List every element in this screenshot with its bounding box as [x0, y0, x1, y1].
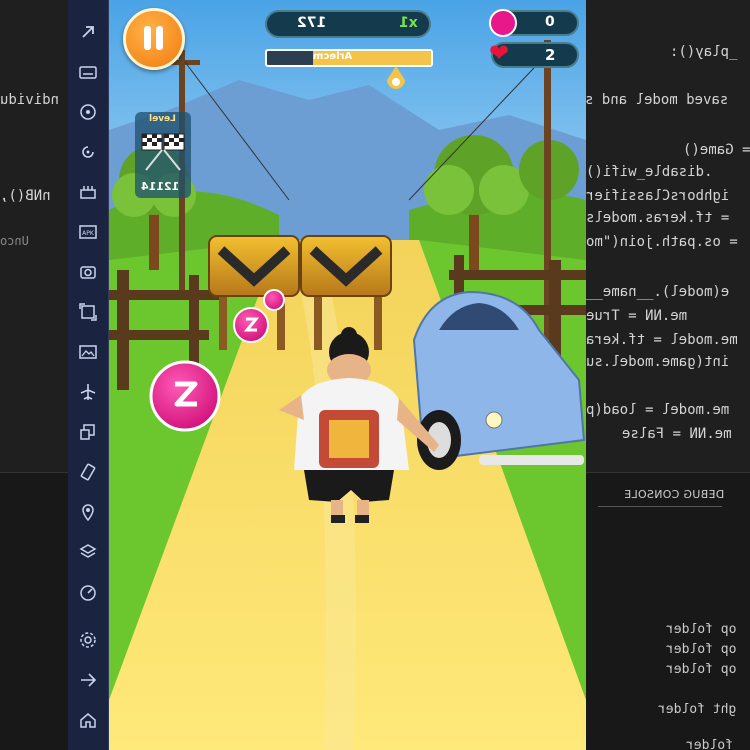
code-line: Unco [0, 234, 29, 248]
energy-coin [233, 307, 269, 343]
checkered-flags-icon [138, 130, 188, 174]
energy-icon [489, 9, 517, 37]
tab-underline [598, 506, 722, 507]
code-line: int(game.model.su [586, 354, 730, 370]
pause-button[interactable] [123, 8, 185, 70]
apk-icon[interactable]: APK [76, 220, 100, 244]
code-line: .disable_wifi() [586, 164, 713, 180]
multi-instance-icon[interactable] [76, 420, 100, 444]
terminal-line: op folder [666, 662, 737, 677]
macro-icon[interactable] [76, 180, 100, 204]
code-line: ndividu [0, 92, 60, 108]
tab-debug-console[interactable]: DEBUG CONSOLE [624, 488, 724, 501]
heart-icon: ❤ [489, 39, 510, 67]
keyboard-icon[interactable] [76, 60, 100, 84]
terminal-line: op folder [666, 642, 737, 657]
svg-text:APK: APK [82, 230, 95, 237]
resize-icon[interactable] [76, 300, 100, 324]
media-icon[interactable] [76, 340, 100, 364]
screenshot-icon[interactable] [76, 260, 100, 284]
code-line: = Game() [683, 142, 750, 158]
terminal-line: ght folder [658, 702, 737, 717]
code-line: = os.path.join("mo [586, 234, 738, 250]
level-badge: Level 12114 [135, 112, 191, 198]
code-line: = tf.keras.models [586, 210, 730, 226]
home-icon[interactable] [76, 708, 100, 732]
shake-icon[interactable] [76, 460, 100, 484]
terminal-line: folder [686, 738, 733, 750]
lives-panel: ❤ 2 [489, 39, 579, 68]
game-viewport[interactable]: 172 x1 Arlecm 0 ❤ 2 Level 12114 [109, 0, 586, 750]
level-label: Level [149, 114, 176, 124]
code-line: me.model = load(p [586, 402, 730, 418]
code-line: me.NN = False [622, 426, 732, 442]
pointer-icon[interactable] [76, 20, 100, 44]
code-line: nNB(), [0, 188, 51, 204]
terminal-line: op folder [666, 622, 737, 637]
score-panel: 172 x1 [265, 10, 431, 38]
rotate-icon[interactable] [76, 140, 100, 164]
airplane-icon[interactable] [76, 380, 100, 404]
back-icon[interactable] [76, 668, 100, 692]
lives-value: 2 [545, 46, 556, 64]
level-value: 12114 [141, 180, 180, 193]
code-line: saved model and s [585, 92, 729, 108]
energy-value: 0 [545, 14, 555, 30]
score-value: 172 [297, 15, 327, 31]
gamepad-icon[interactable] [76, 100, 100, 124]
emulator-sidebar: APK [68, 0, 109, 750]
energy-coin [149, 360, 221, 432]
layers-icon[interactable] [76, 540, 100, 564]
energy-coin [263, 289, 285, 311]
settings-icon[interactable] [76, 628, 100, 652]
code-line: me.NN = True [586, 308, 688, 324]
performance-icon[interactable] [76, 580, 100, 604]
code-line: _play(): [670, 44, 738, 60]
code-line: ighborsClassifier [586, 188, 730, 204]
progress-bar: Arlecm [265, 49, 433, 67]
location-icon[interactable] [76, 500, 100, 524]
code-line: me.model = tf.kera [586, 332, 738, 348]
code-line: e(model).__name__ [586, 284, 730, 300]
energy-panel: 0 [489, 9, 579, 37]
multiplier-value: x1 [399, 15, 418, 31]
progress-marker-icon [385, 66, 407, 92]
player-name: Arlecm [313, 51, 353, 62]
